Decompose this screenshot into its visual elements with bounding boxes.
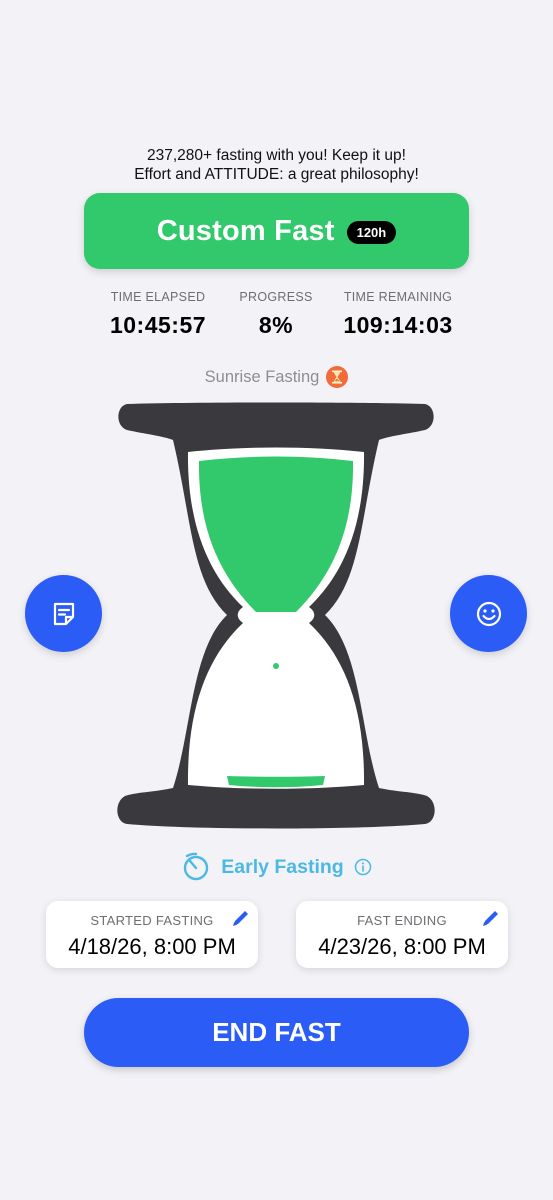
fast-ending-value: 4/23/26, 8:00 PM (318, 934, 486, 959)
time-elapsed-label: TIME ELAPSED (110, 290, 206, 304)
notes-button[interactable] (25, 575, 102, 652)
end-fast-button[interactable]: END FAST (84, 998, 469, 1067)
started-fasting-value: 4/18/26, 8:00 PM (68, 934, 236, 959)
fast-type-button[interactable]: Custom Fast 120h (84, 193, 469, 269)
pencil-icon[interactable] (480, 907, 502, 929)
notes-icon (53, 602, 74, 625)
info-icon[interactable] (354, 858, 372, 876)
fast-duration-badge: 120h (346, 220, 397, 244)
timer-icon (184, 852, 209, 881)
motivation-message: 237,280+ fasting with you! Keep it up! E… (0, 146, 553, 184)
fasting-stage: Sunrise Fasting (0, 366, 553, 388)
motivation-line-2: Effort and ATTITUDE: a great philosophy! (134, 166, 419, 183)
fasting-phase[interactable]: Early Fasting (0, 852, 553, 882)
motivation-line-1: 237,280+ fasting with you! Keep it up! (147, 147, 406, 164)
fasting-phase-label: Early Fasting (221, 855, 344, 878)
fast-ending-card[interactable]: FAST ENDING 4/23/26, 8:00 PM (296, 901, 508, 968)
hourglass-emoji-icon (326, 366, 349, 388)
falling-sand-dot (273, 663, 279, 669)
time-remaining-stat: TIME REMAINING 109:14:03 (330, 290, 466, 339)
hourglass-illustration (117, 402, 435, 829)
lower-sand (227, 776, 325, 788)
started-fasting-label: STARTED FASTING (90, 913, 214, 928)
mood-button[interactable] (450, 575, 527, 652)
progress-label: PROGRESS (239, 290, 313, 304)
progress-value: 8% (258, 312, 294, 338)
time-elapsed-stat: TIME ELAPSED 10:45:57 (98, 290, 218, 339)
time-elapsed-value: 10:45:57 (109, 312, 207, 338)
smiley-icon (476, 601, 501, 626)
time-remaining-value: 109:14:03 (343, 312, 453, 338)
time-remaining-label: TIME REMAINING (343, 290, 453, 304)
fast-ending-label: FAST ENDING (357, 913, 447, 928)
fast-type-label: Custom Fast (156, 214, 335, 247)
started-fasting-card[interactable]: STARTED FASTING 4/18/26, 8:00 PM (46, 901, 258, 968)
fasting-stage-label: Sunrise Fasting (204, 367, 320, 386)
pencil-icon[interactable] (230, 907, 252, 929)
fast-stats: TIME ELAPSED 10:45:57 PROGRESS 8% TIME R… (0, 290, 553, 350)
progress-stat: PROGRESS 8% (226, 290, 326, 339)
